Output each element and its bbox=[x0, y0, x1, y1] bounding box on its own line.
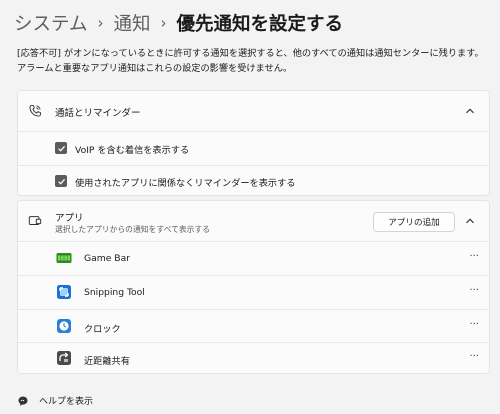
app-row-snipping-tool: Snipping Tool ··· bbox=[18, 276, 489, 309]
calls-reminders-card: 通話とリマインダー VoIP を含む着信を表示する 使用されたアプリに関係なくリ… bbox=[17, 90, 490, 196]
help-icon bbox=[18, 396, 28, 406]
breadcrumb-separator: › bbox=[97, 14, 104, 32]
chevron-up-icon[interactable] bbox=[465, 106, 475, 116]
apps-title: アプリ bbox=[55, 213, 84, 224]
page-description: [応答不可] がオンになっているときに許可する通知を選択すると、他のすべての通知… bbox=[17, 48, 484, 74]
more-options-button[interactable]: ··· bbox=[469, 285, 479, 296]
option-reminders[interactable]: 使用されたアプリに関係なくリマインダーを表示する bbox=[18, 170, 489, 192]
add-app-button[interactable]: アプリの追加 bbox=[373, 212, 455, 232]
nearby-share-icon bbox=[57, 351, 71, 365]
app-name: 近距離共有 bbox=[84, 356, 130, 367]
breadcrumb-item-notifications[interactable]: 通知 bbox=[113, 10, 150, 36]
app-name: クロック bbox=[84, 324, 121, 335]
voip-checkbox[interactable] bbox=[55, 142, 67, 154]
more-options-button[interactable]: ··· bbox=[469, 319, 479, 330]
help-label: ヘルプを表示 bbox=[39, 397, 94, 407]
app-row-game-bar: Game Bar ··· bbox=[18, 242, 489, 275]
page-title: 優先通知を設定する bbox=[176, 14, 343, 35]
breadcrumb-separator: › bbox=[160, 14, 167, 32]
app-name: Snipping Tool bbox=[84, 287, 145, 298]
clock-icon bbox=[57, 319, 71, 333]
reminders-checkbox[interactable] bbox=[55, 175, 67, 187]
breadcrumb-item-system[interactable]: システム bbox=[14, 10, 87, 36]
divider bbox=[18, 131, 489, 132]
apps-header[interactable]: アプリ 選択したアプリからの通知をすべて表示する アプリの追加 bbox=[18, 201, 489, 241]
more-options-button[interactable]: ··· bbox=[469, 351, 479, 362]
option-voip-calls[interactable]: VoIP を含む着信を表示する bbox=[18, 137, 489, 159]
more-options-button[interactable]: ··· bbox=[469, 251, 479, 262]
checkmark-icon bbox=[57, 178, 65, 185]
app-name: Game Bar bbox=[84, 253, 130, 264]
apps-card: アプリ 選択したアプリからの通知をすべて表示する アプリの追加 Game Bar… bbox=[17, 200, 490, 374]
breadcrumb: システム › 通知 › 優先通知を設定する bbox=[14, 8, 490, 38]
divider bbox=[18, 165, 489, 166]
calls-reminders-header[interactable]: 通話とリマインダー bbox=[18, 91, 489, 131]
apps-subtitle: 選択したアプリからの通知をすべて表示する bbox=[55, 225, 211, 234]
calls-reminders-title: 通話とリマインダー bbox=[55, 108, 141, 119]
chevron-up-icon[interactable] bbox=[465, 216, 475, 226]
phone-icon bbox=[29, 105, 41, 117]
checkmark-icon bbox=[57, 145, 65, 152]
snipping-tool-icon bbox=[57, 285, 71, 299]
app-window-icon bbox=[28, 216, 42, 225]
voip-checkbox-label: VoIP を含む着信を表示する bbox=[75, 145, 190, 156]
game-bar-icon bbox=[56, 253, 72, 263]
app-row-nearby-share: 近距離共有 ··· bbox=[18, 343, 489, 374]
app-row-clock: クロック ··· bbox=[18, 310, 489, 342]
reminders-checkbox-label: 使用されたアプリに関係なくリマインダーを表示する bbox=[75, 178, 296, 189]
help-link[interactable]: ヘルプを表示 bbox=[17, 394, 93, 407]
